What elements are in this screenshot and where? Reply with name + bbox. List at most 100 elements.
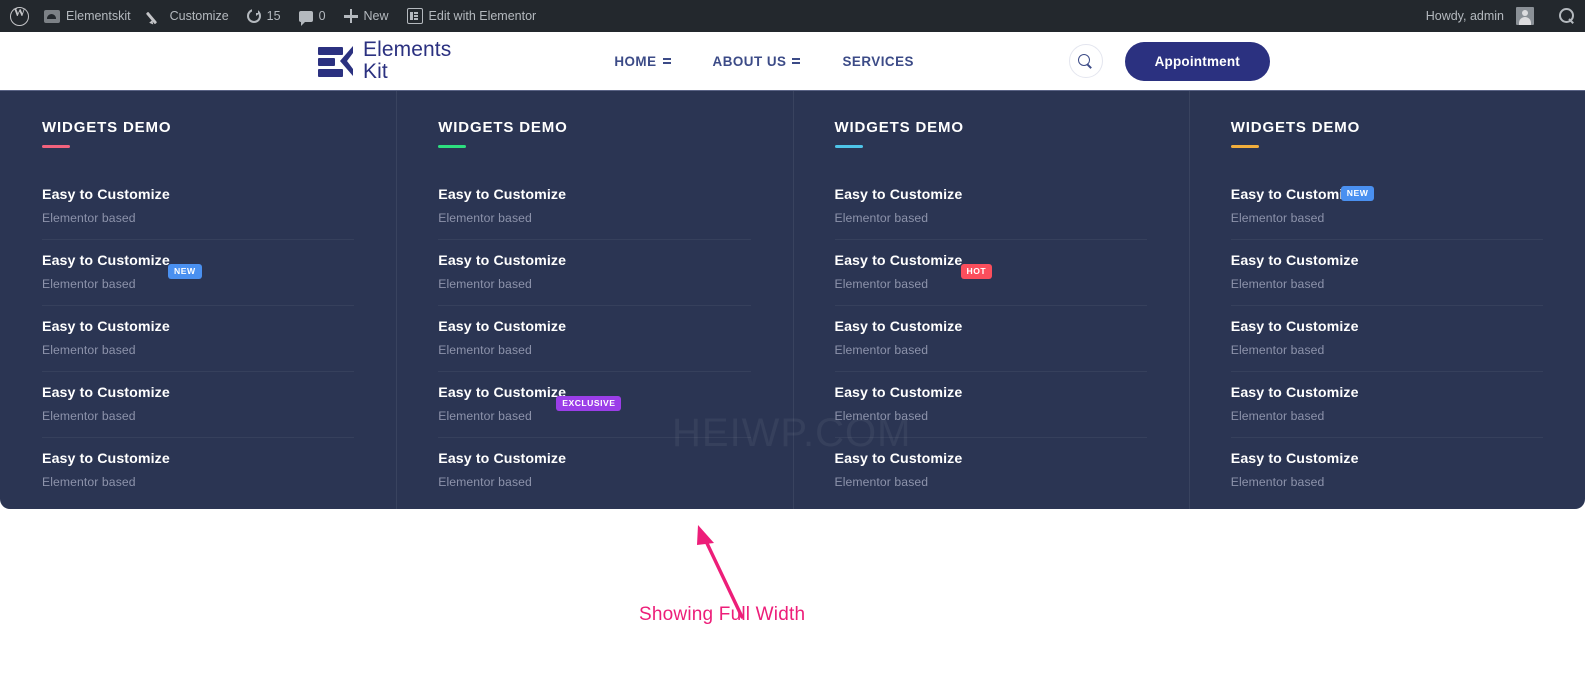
admin-bar-label-new: New bbox=[363, 9, 389, 23]
avatar bbox=[1516, 7, 1534, 25]
mega-item-subtitle: Elementor based bbox=[438, 343, 532, 358]
mega-menu-item[interactable]: Easy to Customize Elementor based bbox=[42, 371, 355, 437]
mega-item-row: Easy to Customize bbox=[42, 385, 354, 402]
comment-icon bbox=[298, 10, 313, 26]
mega-menu-item[interactable]: Easy to Customize Elementor based bbox=[835, 174, 1147, 239]
mega-menu-item[interactable]: Easy to Customize Elementor based bbox=[1230, 371, 1543, 437]
mega-menu-item[interactable]: Easy to Customize Elementor based NEW bbox=[42, 239, 355, 305]
mega-menu-panel: HEIWP.COM WIDGETS DEMO Easy to Customize E… bbox=[0, 90, 1585, 509]
mega-item-badge: NEW bbox=[1340, 186, 1375, 201]
mega-item-title: Easy to Customize bbox=[438, 253, 567, 270]
mega-item-row: Easy to Customize bbox=[1231, 253, 1543, 270]
header-actions: Appointment bbox=[1068, 41, 1270, 81]
appointment-button[interactable]: Appointment bbox=[1124, 41, 1270, 81]
mega-item-title: Easy to Customize bbox=[834, 319, 963, 336]
mega-item-subtitle: Elementor based bbox=[834, 475, 929, 490]
mega-item-title: Easy to Customize bbox=[42, 319, 170, 336]
mega-item-subtitle: Elementor based bbox=[834, 409, 929, 424]
mega-item-row: Easy to Customize bbox=[1231, 187, 1543, 204]
updates-count: 15 bbox=[266, 9, 281, 23]
nav-label-home: HOME bbox=[614, 53, 657, 69]
annotation-label: Showing Full Width bbox=[639, 604, 806, 625]
admin-bar-item-comments[interactable]: 0 bbox=[290, 0, 335, 32]
mega-item-badge: NEW bbox=[168, 264, 202, 279]
mega-menu-item[interactable]: Easy to Customize Elementor based bbox=[834, 437, 1147, 503]
mega-menu-item[interactable]: Easy to Customize Elementor based bbox=[42, 305, 355, 371]
nav-item-about-us[interactable]: ABOUT US bbox=[713, 54, 801, 69]
elementskit-logo-icon bbox=[318, 44, 354, 78]
wp-admin-bar: Elementskit Customize 15 0 New Edit with… bbox=[0, 0, 1585, 32]
site-logo[interactable]: Elements Kit bbox=[318, 37, 452, 84]
mega-item-title: Easy to Customize bbox=[42, 451, 170, 468]
mega-item-title: Easy to Customize bbox=[438, 319, 567, 336]
mega-menu-item[interactable]: Easy to Customize Elementor based bbox=[438, 239, 751, 305]
mega-menu-item[interactable]: Easy to Customize Elementor based bbox=[438, 437, 751, 503]
mega-column-accent-underline bbox=[438, 145, 467, 148]
plus-icon bbox=[343, 9, 358, 23]
mega-item-title: Easy to Customize bbox=[1230, 451, 1359, 468]
chevron-down-icon bbox=[662, 58, 671, 64]
mega-column-item-list: Easy to Customize Elementor based Easy to … bbox=[834, 174, 1147, 503]
mega-menu-item[interactable]: Easy to Customize Elementor based bbox=[42, 437, 355, 503]
mega-item-row: Easy to Customize bbox=[835, 451, 1147, 468]
wordpress-logo-icon bbox=[10, 5, 29, 26]
mega-menu-item[interactable]: Easy to Customize Elementor based bbox=[42, 174, 354, 239]
mega-item-row: Easy to Customize bbox=[1231, 385, 1543, 402]
mega-item-subtitle: Elementor based bbox=[1230, 277, 1325, 292]
dashboard-icon bbox=[44, 9, 60, 23]
admin-bar-label-elementskit: Elementskit bbox=[66, 9, 131, 23]
mega-item-title: Easy to Customize bbox=[1230, 319, 1359, 336]
nav-label-about-us: ABOUT US bbox=[712, 53, 787, 69]
mega-menu-item[interactable]: Easy to Customize Elementor based NEW bbox=[1231, 174, 1543, 239]
mega-item-subtitle: Elementor based bbox=[834, 343, 929, 358]
elementor-icon bbox=[406, 8, 423, 24]
admin-bar-item-edit-with-elementor[interactable]: Edit with Elementor bbox=[398, 0, 546, 32]
mega-item-row: Easy to Customize bbox=[42, 451, 354, 468]
mega-item-subtitle: Elementor based bbox=[42, 409, 136, 424]
nav-item-services[interactable]: SERVICES bbox=[842, 54, 913, 69]
header-search-button[interactable] bbox=[1068, 44, 1103, 78]
admin-bar-my-account[interactable]: Howdy, admin bbox=[1417, 0, 1543, 32]
mega-menu-item[interactable]: Easy to Customize Elementor based HOT bbox=[834, 239, 1147, 305]
nav-item-home[interactable]: HOME bbox=[614, 53, 671, 69]
mega-item-title: Easy to Customize bbox=[1230, 385, 1359, 402]
admin-bar-item-elementskit[interactable]: Elementskit bbox=[35, 0, 140, 32]
admin-bar-label-customize: Customize bbox=[169, 9, 229, 23]
mega-menu-item[interactable]: Easy to Customize Elementor based bbox=[438, 305, 751, 371]
mega-menu-item[interactable]: Easy to Customize Elementor based bbox=[834, 371, 1147, 437]
logo-text: Elements Kit bbox=[363, 37, 452, 84]
site-header: Elements Kit HOME ABOUT US SERVICES Appo… bbox=[0, 32, 1585, 90]
logo-line-1: Elements bbox=[363, 37, 452, 61]
mega-column-item-list: Easy to Customize Elementor based NEW Easy … bbox=[1230, 174, 1543, 503]
admin-bar-left-group: Elementskit Customize 15 0 New Edit with… bbox=[0, 0, 545, 32]
chevron-down-icon bbox=[792, 58, 801, 64]
mega-item-title: Easy to Customize bbox=[834, 451, 963, 468]
mega-item-row: Easy to Customize bbox=[42, 187, 354, 204]
mega-item-badge: HOT bbox=[960, 264, 993, 279]
mega-menu-column-3: WIDGETS DEMO Easy to Customize Elementor b… bbox=[792, 91, 1189, 509]
mega-item-subtitle: Elementor based bbox=[42, 343, 136, 358]
mega-item-row: Easy to Customize bbox=[438, 187, 750, 204]
mega-column-title: WIDGETS DEMO bbox=[42, 119, 172, 136]
mega-item-title: Easy to Customize bbox=[42, 253, 170, 270]
mega-menu-column-1: WIDGETS DEMO Easy to Customize Elementor b… bbox=[0, 91, 396, 509]
admin-bar-wordpress-logo[interactable] bbox=[0, 0, 35, 32]
mega-menu-item[interactable]: Easy to Customize Elementor based EXCLUSIV… bbox=[438, 371, 751, 437]
mega-menu-item[interactable]: Easy to Customize Elementor based bbox=[834, 305, 1147, 371]
mega-item-row: Easy to Customize bbox=[438, 253, 750, 270]
admin-bar-item-updates[interactable]: 15 bbox=[238, 0, 290, 32]
mega-item-row: Easy to Customize bbox=[438, 319, 750, 336]
howdy-label: Howdy, admin bbox=[1425, 9, 1504, 23]
mega-menu-item[interactable]: Easy to Customize Elementor based bbox=[1230, 239, 1543, 305]
mega-menu-item[interactable]: Easy to Customize Elementor based bbox=[1230, 305, 1543, 371]
mega-column-item-list: Easy to Customize Elementor based Easy to … bbox=[42, 174, 355, 503]
search-icon[interactable] bbox=[1559, 8, 1575, 24]
mega-item-subtitle: Elementor based bbox=[438, 475, 532, 490]
mega-menu-item[interactable]: Easy to Customize Elementor based bbox=[1230, 437, 1543, 503]
admin-bar-item-customize[interactable]: Customize bbox=[140, 0, 238, 32]
mega-item-row: Easy to Customize bbox=[438, 451, 750, 468]
mega-item-subtitle: Elementor based bbox=[42, 277, 136, 292]
mega-menu-item[interactable]: Easy to Customize Elementor based bbox=[438, 174, 750, 239]
mega-item-subtitle: Elementor based bbox=[438, 277, 532, 292]
admin-bar-item-new[interactable]: New bbox=[335, 0, 398, 32]
